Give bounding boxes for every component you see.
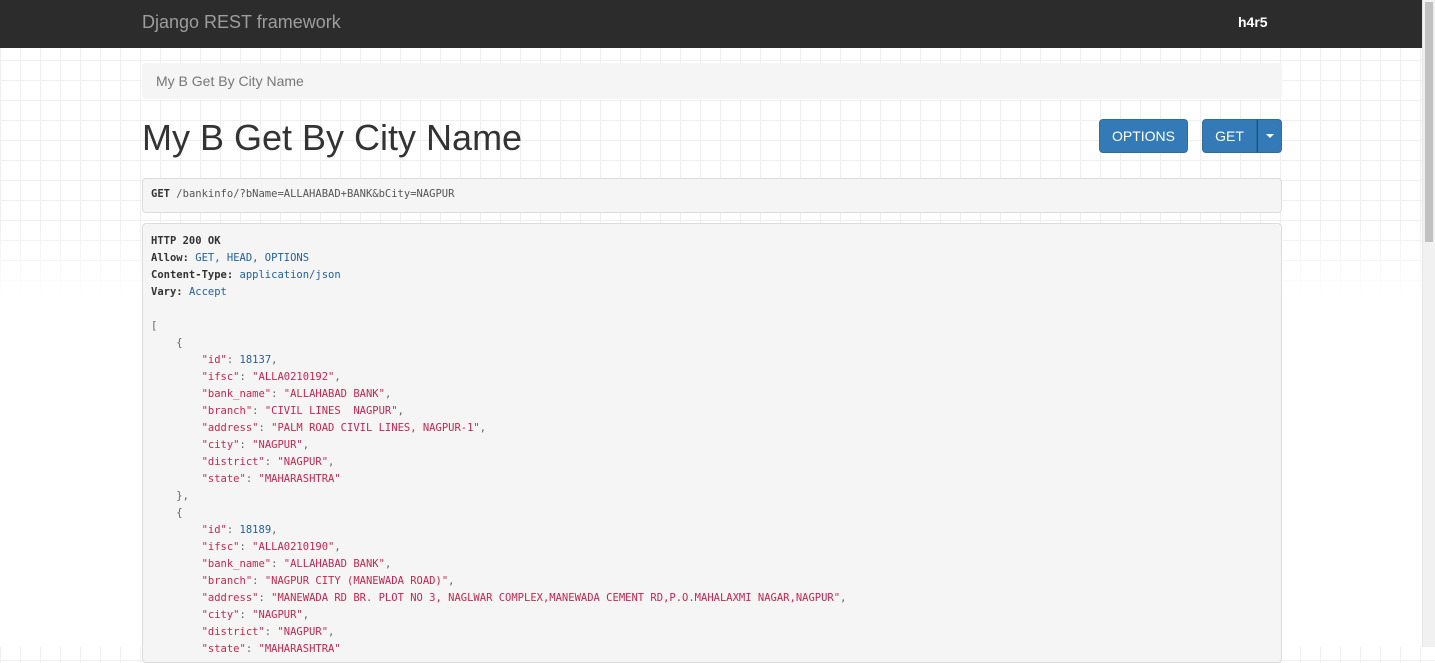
request-info: GET /bankinfo/?bName=ALLAHABAD+BANK&bCit… xyxy=(142,178,1282,213)
header-value-allow: GET, HEAD, OPTIONS xyxy=(195,252,310,264)
json-value-ifsc: "ALLA0210192" xyxy=(252,371,335,383)
json-value-branch: "NAGPUR CITY (MANEWADA ROAD)" xyxy=(264,575,449,587)
json-value-address: "MANEWADA RD BR. PLOT NO 3, NAGLWAR COMP… xyxy=(271,592,841,604)
json-value-state: "MAHARASHTRA" xyxy=(258,643,341,655)
options-button[interactable]: OPTIONS xyxy=(1099,119,1188,153)
breadcrumb: My B Get By City Name xyxy=(142,63,1282,99)
caret-down-icon xyxy=(1265,134,1274,138)
json-value-bank-name: "ALLAHABAD BANK" xyxy=(283,558,385,570)
brand-link[interactable]: Django REST framework xyxy=(142,12,341,33)
response-status: HTTP 200 OK xyxy=(151,235,221,247)
request-method: GET xyxy=(151,188,170,200)
json-value-id: 18137 xyxy=(239,354,272,366)
get-button[interactable]: GET xyxy=(1202,119,1257,153)
header-key-vary: Vary: xyxy=(151,286,183,298)
get-format-dropdown-toggle[interactable] xyxy=(1257,119,1282,153)
header-value-content-type: application/json xyxy=(239,269,341,281)
page-title: My B Get By City Name xyxy=(142,117,523,158)
json-value-address: "PALM ROAD CIVIL LINES, NAGPUR-1" xyxy=(271,422,480,434)
breadcrumb-item-active: My B Get By City Name xyxy=(156,73,304,89)
response-info: HTTP 200 OK Allow: GET, HEAD, OPTIONS Co… xyxy=(142,223,1282,663)
json-value-city: "NAGPUR" xyxy=(252,609,303,621)
json-value-district: "NAGPUR" xyxy=(277,626,329,638)
scrollbar-thumb[interactable] xyxy=(1425,2,1433,242)
json-value-city: "NAGPUR" xyxy=(252,439,303,451)
json-value-branch: "CIVIL LINES NAGPUR" xyxy=(264,405,398,417)
header-value-vary: Accept xyxy=(188,286,227,298)
json-value-ifsc: "ALLA0210190" xyxy=(252,541,335,553)
json-value-bank-name: "ALLAHABAD BANK" xyxy=(283,388,385,400)
json-value-id: 18189 xyxy=(239,524,272,536)
request-url: /bankinfo/?bName=ALLAHABAD+BANK&bCity=NA… xyxy=(176,188,455,200)
json-value-state: "MAHARASHTRA" xyxy=(258,473,341,485)
json-value-district: "NAGPUR" xyxy=(277,456,329,468)
header-key-allow: Allow: xyxy=(151,252,189,264)
header-key-content-type: Content-Type: xyxy=(151,269,234,281)
user-menu[interactable]: h4r5 xyxy=(1238,14,1268,30)
page-scrollbar[interactable] xyxy=(1422,0,1435,647)
navbar: Django REST framework h4r5 xyxy=(0,0,1422,48)
